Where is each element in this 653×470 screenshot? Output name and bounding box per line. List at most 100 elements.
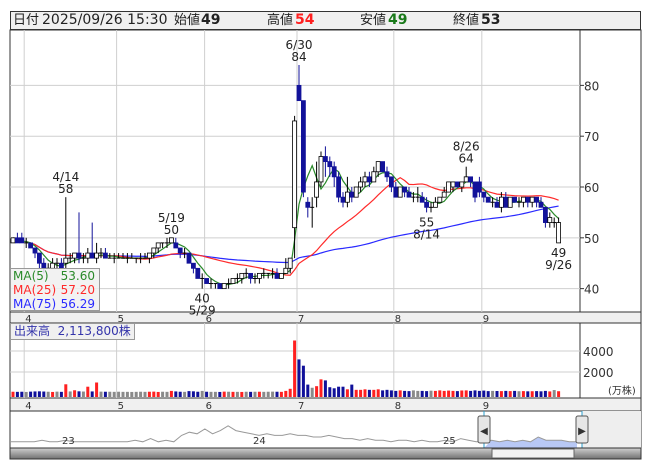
- volume-bar: [112, 391, 116, 397]
- candle: [278, 272, 284, 279]
- candle-body: [221, 283, 227, 290]
- candle-body: [155, 242, 161, 249]
- volume-bar: [99, 391, 103, 397]
- candle: [204, 278, 210, 284]
- candle-body: [468, 176, 474, 183]
- volume-bar: [337, 386, 341, 397]
- candle-body: [463, 176, 469, 183]
- candle-body: [318, 156, 324, 183]
- volume-bar: [196, 391, 200, 397]
- volume-bar: [517, 391, 521, 397]
- volume-bar: [156, 391, 160, 397]
- price-tick-label: 60: [584, 181, 599, 195]
- candle-body: [63, 257, 69, 264]
- volume-bar: [535, 391, 539, 397]
- volume-bar: [376, 389, 380, 397]
- volume-bar: [178, 391, 182, 397]
- volume-bar: [539, 391, 543, 397]
- volume-bar: [279, 391, 283, 397]
- candle-body: [146, 252, 152, 259]
- volume-tick-label: 4000: [583, 345, 614, 359]
- volume-bar: [548, 391, 552, 397]
- volume-bar: [33, 391, 37, 397]
- volume-bar: [464, 390, 468, 397]
- volume-bar: [451, 390, 455, 397]
- volume-bar: [491, 390, 495, 397]
- month-label: 4: [25, 401, 31, 412]
- candle: [10, 237, 16, 244]
- candle-body: [314, 181, 320, 198]
- ma5-value: 53.60: [60, 269, 95, 283]
- volume-bar: [504, 390, 508, 397]
- candle-body: [362, 176, 368, 183]
- volume-bar: [117, 391, 121, 397]
- volume-bar: [486, 391, 490, 397]
- volume-bar: [433, 390, 437, 397]
- candle-body: [103, 252, 108, 259]
- volume-bar: [394, 390, 398, 397]
- volume-bar: [86, 386, 90, 397]
- annotation-date: 5/29: [189, 304, 216, 318]
- volume-bar: [147, 391, 151, 397]
- candle-body: [340, 196, 346, 203]
- ma75-value: 56.29: [60, 297, 95, 311]
- ma25-value: 57.20: [60, 283, 95, 297]
- volume-bar: [438, 390, 442, 397]
- volume-bar: [398, 390, 402, 397]
- navigator-year-label: 23: [62, 436, 75, 447]
- candle: [217, 283, 223, 290]
- volume-unit: (万株): [608, 384, 636, 397]
- candle-body: [388, 176, 394, 188]
- volume-bar: [37, 391, 41, 397]
- volume-bar: [416, 390, 420, 397]
- volume-bar: [350, 384, 354, 397]
- volume-bar: [68, 391, 72, 397]
- volume-bar: [328, 387, 332, 397]
- volume-bar: [152, 391, 156, 397]
- volume-bar: [231, 391, 235, 397]
- volume-bar: [15, 391, 19, 397]
- candle-body: [512, 196, 517, 203]
- volume-bar: [90, 391, 94, 397]
- candle: [195, 267, 201, 279]
- candle: [454, 181, 460, 188]
- volume-bar: [521, 391, 525, 397]
- candle-body: [446, 181, 452, 193]
- volume-bar: [381, 390, 385, 397]
- volume-bar: [29, 391, 33, 397]
- volume-bar: [425, 391, 429, 397]
- candle-body: [151, 247, 157, 254]
- candle-body: [393, 186, 399, 198]
- volume-bar: [332, 388, 336, 397]
- candle-body: [217, 283, 223, 290]
- candle-body: [525, 196, 531, 203]
- stock-chart[interactable]: 405060708020004000(万株)4455667788996/3084…: [0, 0, 653, 470]
- volume-bar: [495, 391, 499, 397]
- volume-bar: [59, 391, 63, 397]
- candle-body: [353, 186, 359, 198]
- volume-bar: [420, 390, 424, 397]
- month-label: 8: [395, 401, 401, 412]
- volume-bar: [174, 391, 178, 397]
- volume-value: 2,113,800株: [57, 324, 131, 338]
- volume-bar: [310, 387, 314, 397]
- volume-bar: [143, 391, 147, 397]
- volume-bar: [543, 390, 547, 397]
- candle-body: [358, 181, 364, 188]
- navigator-scroll-thumb[interactable]: [491, 448, 575, 459]
- volume-bar: [557, 391, 561, 397]
- candle-body: [336, 176, 342, 198]
- volume-bar: [235, 391, 239, 397]
- volume-bar: [200, 390, 204, 397]
- candle-body: [494, 201, 500, 208]
- volume-bar: [11, 391, 15, 397]
- volume-bar: [222, 391, 226, 397]
- candle-body: [366, 176, 372, 183]
- candle-body: [37, 252, 42, 264]
- month-label: 7: [298, 314, 304, 325]
- price-axis-panel: [579, 29, 642, 313]
- volume-bar: [429, 390, 433, 397]
- candle-body: [300, 100, 306, 193]
- volume-bar: [297, 359, 301, 397]
- month-label: 6: [206, 401, 212, 412]
